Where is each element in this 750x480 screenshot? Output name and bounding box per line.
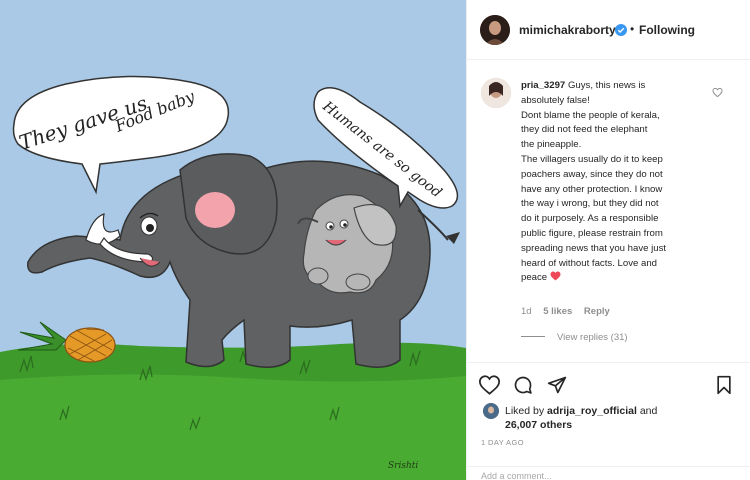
add-comment-bar: Add a comment... (467, 466, 750, 480)
comment-line: spreading news that you have just (521, 242, 667, 254)
comment-line: the pineapple. (521, 139, 582, 151)
comment-line: The villagers usually do it to keep (521, 153, 663, 165)
liked-by-conjunction: and (639, 405, 658, 417)
post-image[interactable]: They gave us Food baby Humans are so goo… (0, 0, 466, 480)
comment-line: do it purposely. As a responsible (521, 213, 659, 225)
comment-line: have any other protection. I know (521, 183, 663, 195)
liked-by-prefix: Liked by (505, 405, 545, 417)
heart-outline-icon[interactable] (479, 375, 500, 395)
view-replies-label: View replies (31) (557, 332, 628, 343)
comment-icon[interactable] (513, 375, 533, 395)
instagram-post: They gave us Food baby Humans are so goo… (0, 0, 750, 480)
comment-line: heard of without facts. Love and (521, 257, 657, 269)
comment-likes[interactable]: 5 likes (543, 306, 572, 317)
comment-line: peace (521, 272, 548, 284)
post-sidebar: mimichakraborty • Following pria_3297 Gu… (466, 0, 750, 480)
post-header: mimichakraborty • Following (467, 0, 750, 60)
comment-line: poachers away, since they do not (521, 168, 663, 180)
liked-by-user[interactable]: adrija_roy_official (547, 405, 637, 417)
likes-summary: Liked by adrija_roy_official and 26,007 … (467, 398, 750, 432)
liked-by-others[interactable]: 26,007 others (505, 419, 572, 431)
comment: pria_3297 Guys, this news is absolutely … (467, 60, 750, 360)
comment-body: pria_3297 Guys, this news is absolutely … (521, 79, 721, 286)
following-button[interactable]: Following (639, 23, 695, 37)
liker-avatar[interactable] (483, 403, 499, 419)
comment-line: absolutely false! (521, 94, 590, 106)
reply-button[interactable]: Reply (584, 306, 610, 317)
replies-divider (521, 336, 545, 337)
comment-age: 1d (521, 306, 532, 317)
comment-meta: 1d 5 likes Reply (521, 306, 619, 317)
post-timestamp[interactable]: 1 DAY AGO (481, 438, 524, 447)
commenter-avatar[interactable] (481, 78, 511, 108)
comment-line: the way i wrong, but they did not (521, 198, 659, 210)
verified-badge-icon (615, 24, 627, 36)
add-comment-input[interactable]: Add a comment... (481, 471, 552, 480)
elephant-illustration: They gave us Food baby Humans are so goo… (0, 75, 466, 480)
heart-red-icon (550, 271, 561, 281)
author-avatar[interactable] (480, 15, 510, 45)
bookmark-icon[interactable] (715, 375, 733, 395)
header-separator: • (630, 22, 635, 36)
comment-line: Guys, this news is (567, 80, 646, 91)
view-replies-button[interactable]: View replies (31) (521, 332, 628, 343)
commenter-username[interactable]: pria_3297 (521, 80, 565, 91)
comment-line: public figure, please restrain from (521, 227, 663, 239)
comment-line: Dont blame the people of kerala, (521, 109, 660, 121)
artist-signature: Srishti (388, 461, 418, 471)
share-icon[interactable] (547, 375, 567, 395)
liked-by-text: Liked by adrija_roy_official and 26,007 … (505, 404, 657, 432)
author-username[interactable]: mimichakraborty (519, 23, 616, 37)
comment-line: they did not feed the elephant (521, 124, 648, 136)
